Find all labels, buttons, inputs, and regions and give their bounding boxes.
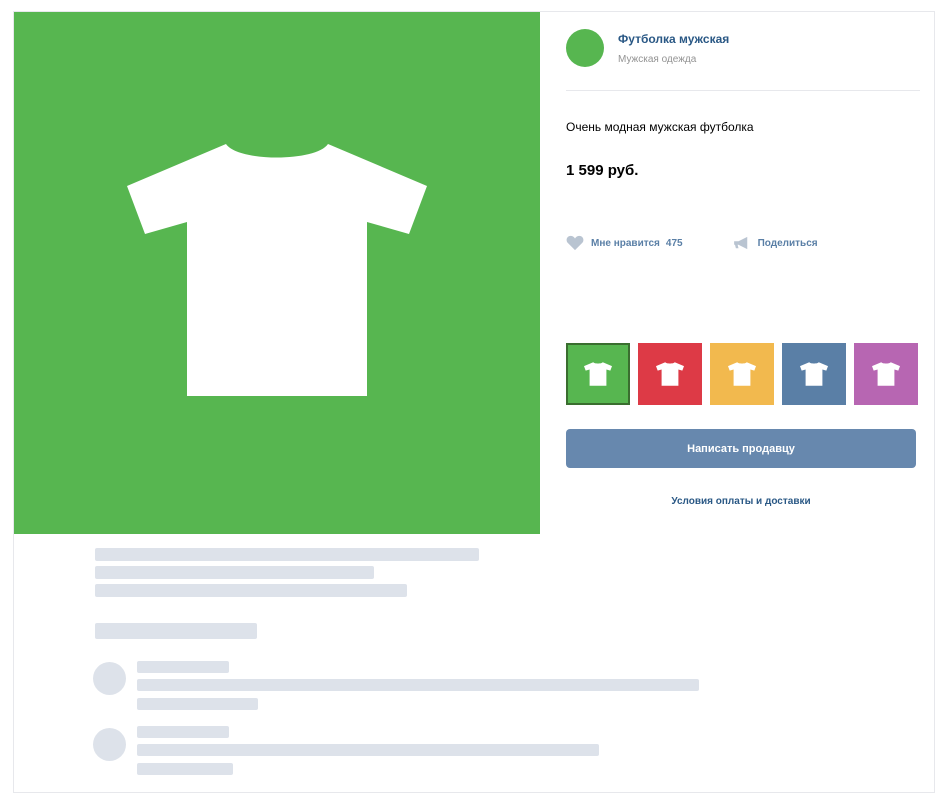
- product-price: 1 599 руб.: [566, 162, 639, 179]
- skeleton-line: [137, 763, 233, 775]
- share-button[interactable]: Поделиться: [733, 236, 818, 250]
- color-swatch[interactable]: [566, 343, 630, 405]
- product-image[interactable]: [14, 12, 540, 534]
- seller-name-link[interactable]: Футболка мужская: [618, 32, 729, 46]
- skeleton-line: [95, 566, 374, 579]
- action-bar: Мне нравится 475 Поделиться: [566, 234, 818, 252]
- like-label: Мне нравится: [591, 237, 660, 249]
- share-label: Поделиться: [757, 237, 818, 249]
- skeleton-heading: [95, 623, 257, 639]
- section-divider: [14, 534, 934, 540]
- divider: [566, 90, 920, 91]
- contact-seller-button[interactable]: Написать продавцу: [566, 429, 916, 468]
- skeleton-avatar: [93, 728, 126, 761]
- color-swatch[interactable]: [638, 343, 702, 405]
- skeleton-line: [95, 548, 479, 561]
- t-shirt-icon: [127, 144, 427, 396]
- product-details: Футболка мужская Мужская одежда Очень мо…: [540, 12, 934, 534]
- skeleton-line: [137, 698, 258, 710]
- t-shirt-icon: [656, 362, 684, 386]
- avatar[interactable]: [566, 29, 604, 67]
- like-button[interactable]: Мне нравится 475: [566, 235, 683, 251]
- payment-delivery-terms-link[interactable]: Условия оплаты и доставки: [566, 496, 916, 507]
- t-shirt-icon: [800, 362, 828, 386]
- t-shirt-icon: [728, 362, 756, 386]
- seller-category: Мужская одежда: [618, 54, 697, 65]
- skeleton-line: [137, 661, 229, 673]
- t-shirt-icon: [872, 362, 900, 386]
- skeleton-line: [95, 584, 407, 597]
- color-swatches: [566, 343, 926, 405]
- t-shirt-icon: [584, 362, 612, 386]
- like-count: 475: [665, 237, 683, 249]
- megaphone-icon: [733, 236, 747, 250]
- color-swatch[interactable]: [710, 343, 774, 405]
- skeleton-avatar: [93, 662, 126, 695]
- heart-icon: [566, 235, 584, 251]
- color-swatch[interactable]: [782, 343, 846, 405]
- product-description: Очень модная мужская футболка: [566, 120, 754, 134]
- color-swatch[interactable]: [854, 343, 918, 405]
- skeleton-line: [137, 744, 599, 756]
- skeleton-line: [137, 726, 229, 738]
- product-card: Футболка мужская Мужская одежда Очень мо…: [14, 12, 934, 792]
- skeleton-line: [137, 679, 699, 691]
